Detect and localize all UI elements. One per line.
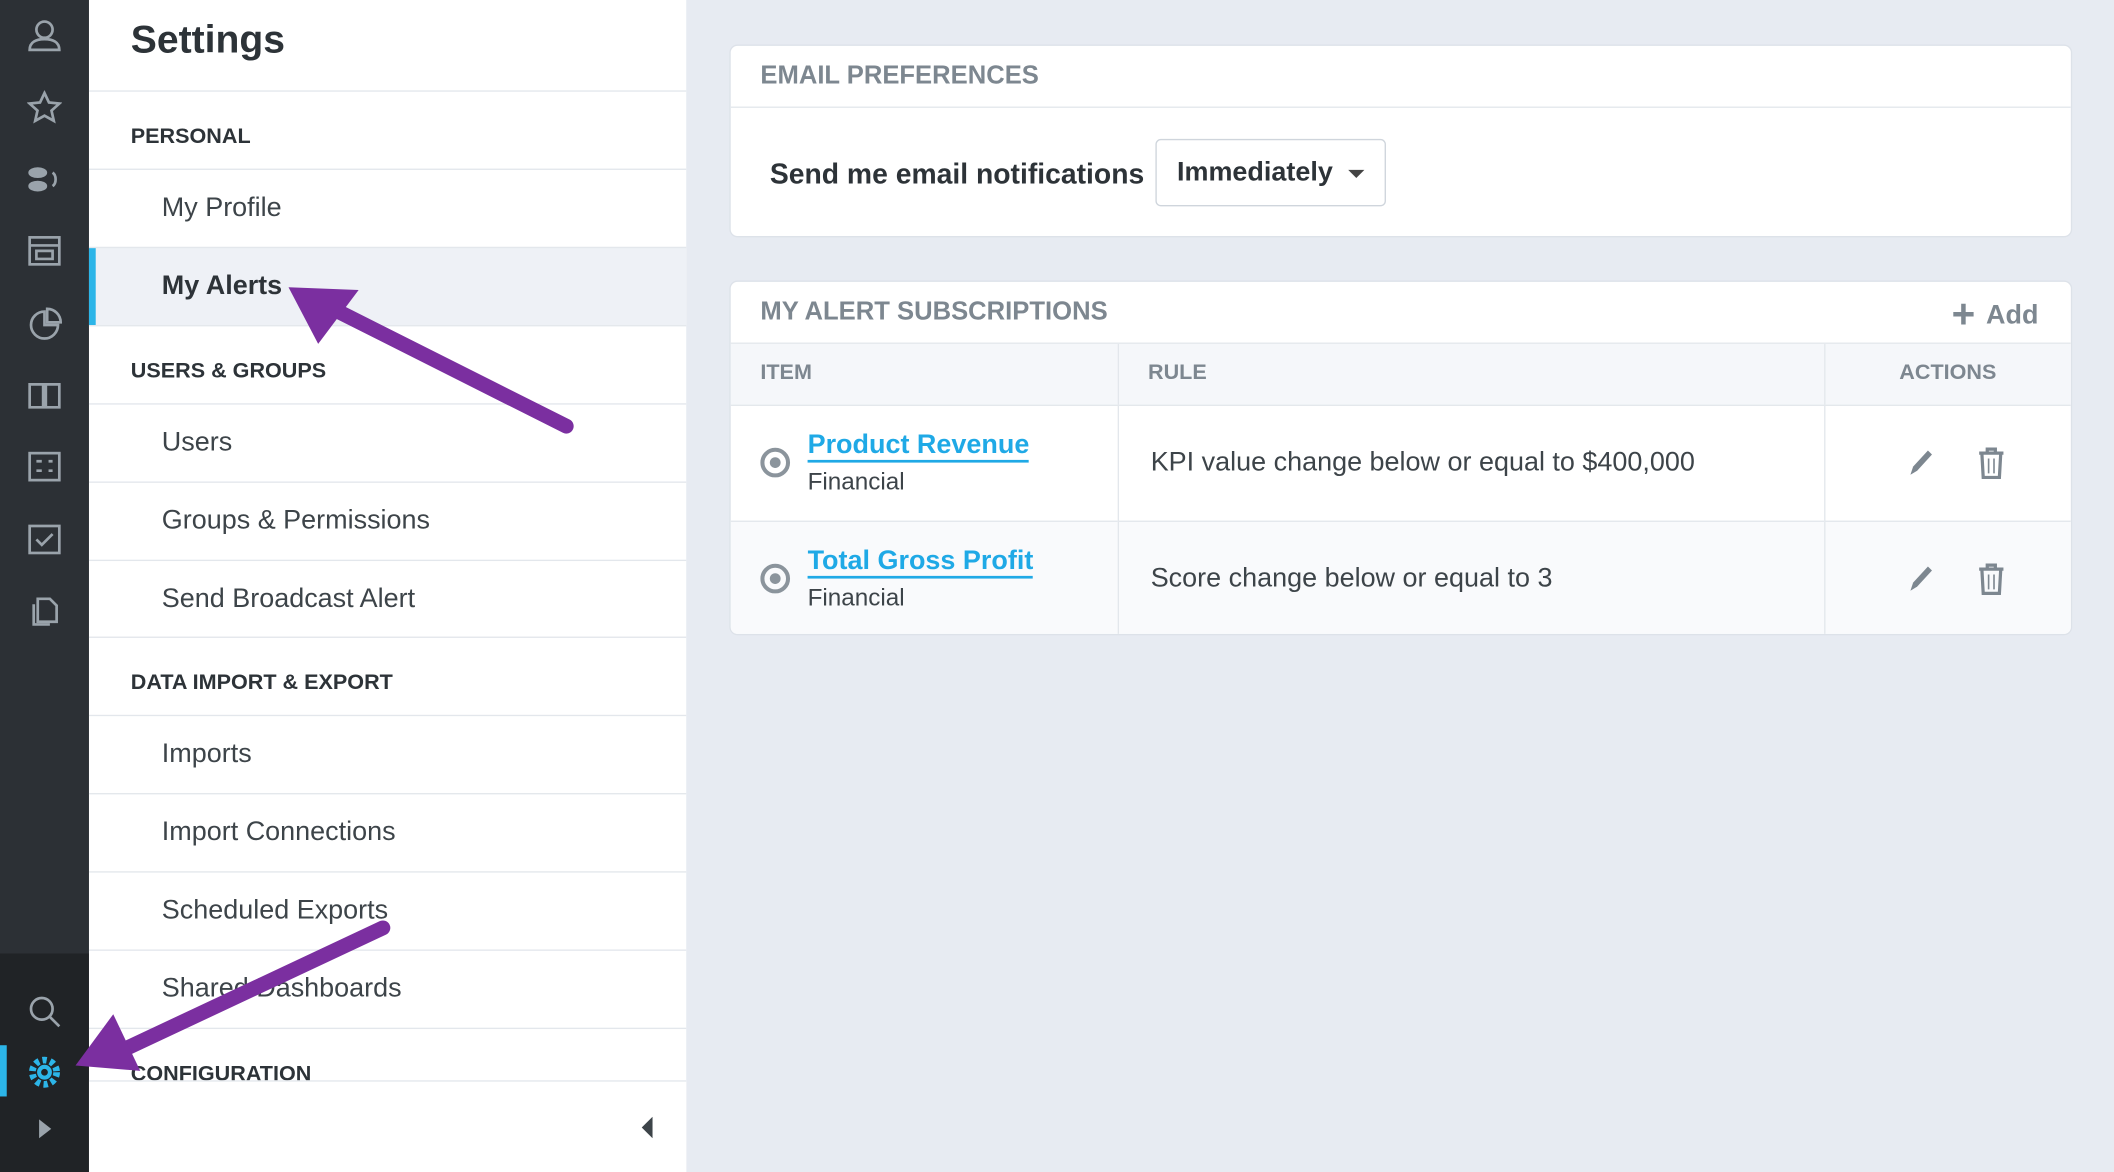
item-link[interactable]: Product Revenue — [807, 430, 1030, 462]
sidebar-item-scheduled-exports[interactable]: Scheduled Exports — [88, 871, 687, 949]
column-header-item: ITEM — [730, 343, 1118, 406]
table-row: Total Gross Profit Financial Score change… — [730, 519, 2071, 634]
book-icon[interactable] — [23, 374, 66, 417]
edit-icon[interactable] — [1905, 445, 1937, 480]
table-row: Product Revenue Financial KPI value chang… — [730, 403, 2071, 521]
checkbox-icon[interactable] — [23, 518, 66, 561]
item-category: Financial — [807, 467, 905, 495]
section-header-personal: PERSONAL — [88, 90, 687, 168]
plus-icon: + — [1951, 292, 1976, 338]
pie-chart-icon[interactable] — [23, 302, 66, 345]
sidebar-item-send-broadcast-alert[interactable]: Send Broadcast Alert — [88, 559, 687, 638]
page-title: Settings — [130, 18, 286, 63]
sidebar-item-my-profile[interactable]: My Profile — [88, 168, 687, 247]
section-header-data-import-export: DATA IMPORT & EXPORT — [88, 636, 687, 715]
email-frequency-select[interactable]: Immediately — [1155, 138, 1386, 207]
icon-rail — [0, 0, 89, 1172]
active-indicator — [0, 1045, 7, 1097]
gear-icon[interactable] — [23, 1051, 66, 1094]
alert-subscriptions-card: MY ALERT SUBSCRIPTIONS + Add ITEM RULE AC… — [729, 280, 2073, 636]
sidebar-item-groups-permissions[interactable]: Groups & Permissions — [88, 481, 687, 559]
delete-icon[interactable] — [1975, 561, 2007, 596]
edit-icon[interactable] — [1905, 561, 1937, 596]
sidebar-item-my-alerts[interactable]: My Alerts — [88, 246, 687, 326]
column-header-rule: RULE — [1116, 343, 1825, 406]
star-icon[interactable] — [23, 86, 66, 129]
add-label: Add — [1986, 300, 2039, 330]
expand-icon[interactable] — [23, 1107, 66, 1150]
user-icon[interactable] — [23, 13, 66, 56]
card-title: MY ALERT SUBSCRIPTIONS — [760, 297, 1108, 326]
sidebar-item-shared-dashboards[interactable]: Shared Dashboards — [88, 949, 687, 1027]
alerts-table: ITEM RULE ACTIONS Product Revenue Financi… — [730, 343, 2071, 634]
app: Settings PERSONAL My Profile My Alerts U… — [0, 0, 2114, 1172]
chevron-down-icon — [1348, 169, 1365, 179]
collapse-panel-icon[interactable] — [639, 1116, 655, 1139]
rule-cell: KPI value change below or equal to $400,… — [1116, 403, 1825, 521]
item-category: Financial — [807, 583, 905, 611]
search-icon[interactable] — [23, 990, 66, 1033]
settings-panel: Settings PERSONAL My Profile My Alerts U… — [88, 0, 687, 1172]
sidebar-item-import-connections[interactable]: Import Connections — [88, 793, 687, 871]
sidebar-item-imports[interactable]: Imports — [88, 714, 687, 793]
rule-cell: Score change below or equal to 3 — [1116, 519, 1825, 634]
dashboard-icon[interactable] — [23, 229, 66, 272]
item-type-icon — [760, 564, 791, 594]
item-type-icon — [760, 447, 791, 478]
scorecard-icon[interactable] — [23, 445, 66, 488]
email-preferences-card: EMAIL PREFERENCES Send me email notifica… — [729, 44, 2073, 238]
sidebar-item-users[interactable]: Users — [88, 403, 687, 481]
documents-icon[interactable] — [23, 589, 66, 632]
select-value: Immediately — [1176, 157, 1333, 187]
add-button[interactable]: + Add — [1952, 295, 2039, 335]
delete-icon[interactable] — [1975, 445, 2007, 480]
panel-footer — [88, 1080, 687, 1172]
card-header: EMAIL PREFERENCES — [730, 46, 2071, 108]
section-header-users-groups: USERS & GROUPS — [88, 325, 687, 403]
email-notifications-label: Send me email notifications — [769, 159, 1145, 191]
column-header-actions: ACTIONS — [1823, 343, 2071, 406]
people-icon[interactable] — [23, 158, 66, 201]
card-header: MY ALERT SUBSCRIPTIONS — [730, 282, 2071, 344]
item-link[interactable]: Total Gross Profit — [807, 546, 1034, 579]
